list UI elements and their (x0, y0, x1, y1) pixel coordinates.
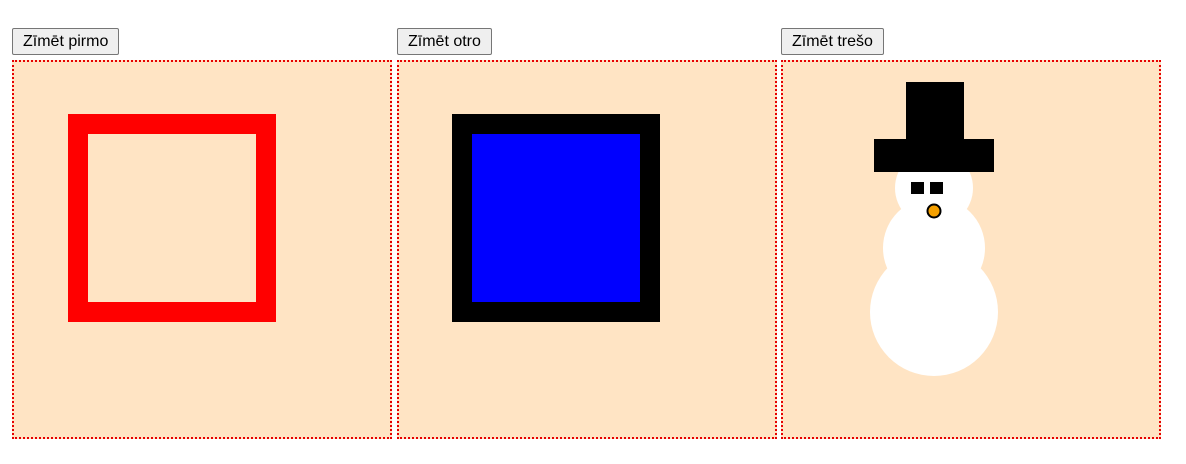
canvas-second-drawing (452, 114, 660, 322)
panel-first: Zīmēt pirmo (12, 28, 392, 439)
canvas-first (12, 60, 392, 439)
snowman-right-eye (930, 182, 943, 194)
snowman (870, 82, 998, 376)
hat-brim (874, 139, 994, 172)
panel-third: Zīmēt trešo (781, 28, 1161, 439)
canvas-second (397, 60, 777, 439)
blue-square-with-black-border (452, 114, 660, 322)
hat-crown (906, 82, 964, 142)
snowman-left-eye (911, 182, 924, 194)
draw-second-button[interactable]: Zīmēt otro (397, 28, 492, 55)
canvas-third (781, 60, 1161, 439)
red-outlined-square (68, 114, 276, 322)
panel-second: Zīmēt otro (397, 28, 777, 439)
draw-first-button[interactable]: Zīmēt pirmo (12, 28, 120, 55)
canvas-third-drawing (870, 82, 998, 376)
draw-third-button[interactable]: Zīmēt trešo (781, 28, 884, 55)
canvas-first-drawing (68, 114, 276, 322)
snowman-nose (926, 203, 942, 219)
